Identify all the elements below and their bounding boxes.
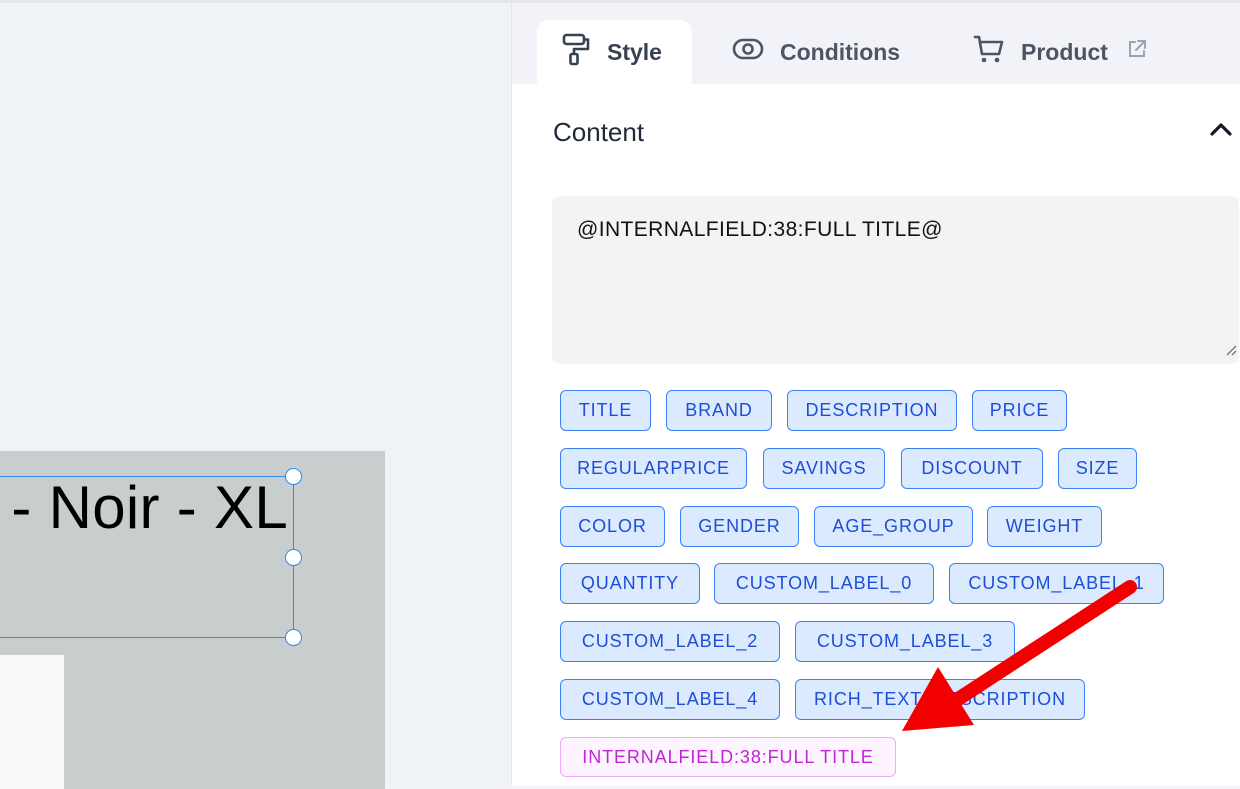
tab-bar: Style Conditions Product [512, 3, 1240, 84]
field-tag-quantity[interactable]: QUANTITY [560, 563, 700, 604]
resize-grip-icon[interactable] [1223, 338, 1237, 362]
paint-roller-icon [561, 32, 591, 72]
content-section-title: Content [553, 117, 645, 147]
field-tag-gender[interactable]: GENDER [680, 506, 799, 547]
field-tag-regularprice[interactable]: REGULARPRICE [560, 448, 747, 489]
field-tag-age-group[interactable]: AGE_GROUP [814, 506, 973, 547]
content-textarea[interactable]: @INTERNALFIELD:38:FULL TITLE@ [552, 196, 1239, 364]
image-placeholder[interactable] [0, 655, 64, 789]
eye-icon [732, 38, 764, 66]
field-tag-size[interactable]: SIZE [1058, 448, 1137, 489]
field-tag-custom-label-1[interactable]: CUSTOM_LABEL_1 [949, 563, 1164, 604]
resize-handle-bottom-right[interactable] [285, 629, 302, 646]
field-tag-price[interactable]: PRICE [972, 390, 1067, 431]
field-tag-brand[interactable]: BRAND [666, 390, 772, 431]
field-tag-title[interactable]: TITLE [560, 390, 651, 431]
field-tag-custom-label-2[interactable]: CUSTOM_LABEL_2 [560, 621, 780, 662]
tab-style[interactable]: Style [537, 20, 692, 84]
chevron-up-icon[interactable] [1209, 121, 1233, 142]
external-link-icon[interactable] [1126, 38, 1148, 66]
field-tag-custom-label-4[interactable]: CUSTOM_LABEL_4 [560, 679, 780, 720]
field-tag-description[interactable]: DESCRIPTION [787, 390, 957, 431]
properties-panel: Style Conditions Product Content @INTERN… [511, 3, 1240, 786]
selection-box[interactable] [0, 476, 294, 638]
field-tag-discount[interactable]: DISCOUNT [901, 448, 1043, 489]
tab-product-label: Product [1021, 38, 1108, 65]
cart-icon [973, 34, 1005, 70]
field-tag-savings[interactable]: SAVINGS [763, 448, 885, 489]
content-value: @INTERNALFIELD:38:FULL TITLE@ [577, 218, 943, 241]
design-canvas[interactable]: - Noir - XL [0, 3, 510, 789]
field-tag-custom-label-3[interactable]: CUSTOM_LABEL_3 [795, 621, 1015, 662]
tab-product[interactable]: Product [973, 20, 1148, 84]
tab-conditions[interactable]: Conditions [732, 20, 900, 84]
tab-style-label: Style [607, 38, 662, 65]
field-tag-internal-full-title[interactable]: INTERNALFIELD:38:FULL TITLE [560, 737, 896, 777]
field-tag-color[interactable]: COLOR [560, 506, 665, 547]
resize-handle-middle-right[interactable] [285, 549, 302, 566]
field-tag-custom-label-0[interactable]: CUSTOM_LABEL_0 [714, 563, 934, 604]
field-tag-rich-text-description[interactable]: RICH_TEXT_DESCRIPTION [795, 679, 1085, 720]
resize-handle-top-right[interactable] [285, 468, 302, 485]
field-tag-weight[interactable]: WEIGHT [987, 506, 1102, 547]
tab-conditions-label: Conditions [780, 38, 901, 65]
